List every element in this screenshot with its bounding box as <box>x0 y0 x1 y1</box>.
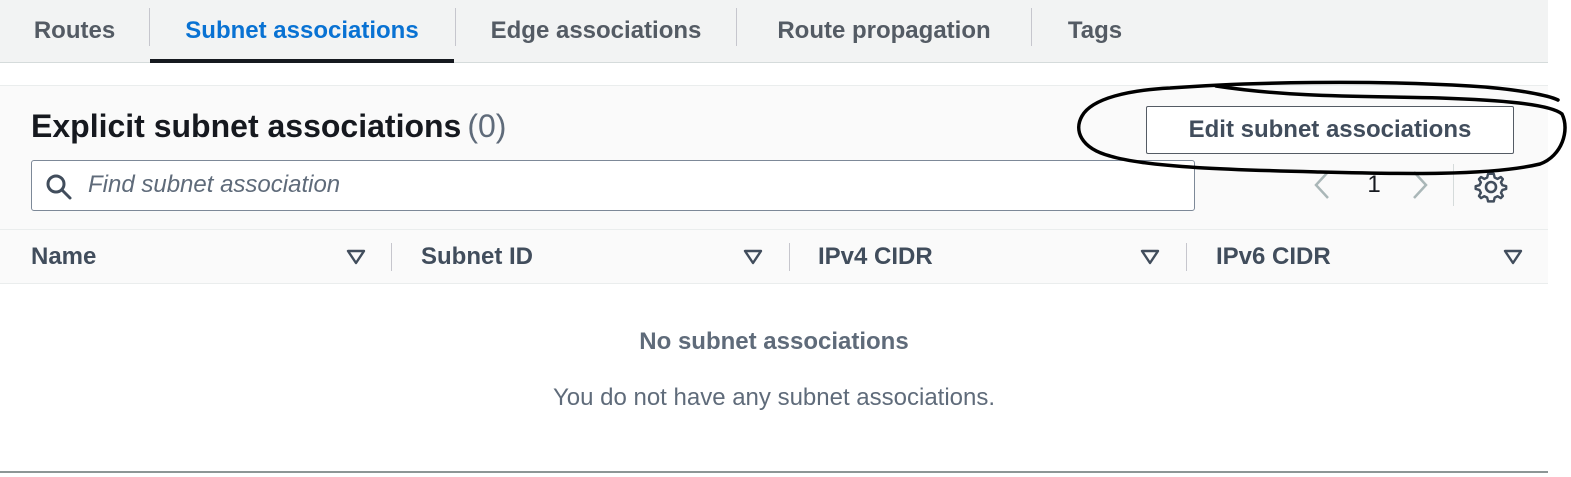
tab-subnet-associations[interactable]: Subnet associations <box>150 0 454 63</box>
gear-icon[interactable] <box>1474 170 1508 204</box>
table-header: Name Subnet ID IPv4 CIDR IPv6 CIDR <box>0 229 1548 284</box>
sort-icon[interactable] <box>1140 248 1160 266</box>
subnet-associations-panel: Explicit subnet associations (0) Edit sub… <box>0 85 1548 473</box>
column-label: IPv6 CIDR <box>1216 243 1331 270</box>
tab-bar: Routes Subnet associations Edge associat… <box>0 0 1548 63</box>
search-icon <box>46 174 72 200</box>
search-box <box>31 160 1195 211</box>
tab-routes[interactable]: Routes <box>0 0 149 62</box>
column-label: IPv4 CIDR <box>818 243 933 270</box>
panel-title: Explicit subnet associations (0) <box>31 108 506 145</box>
chevron-right-icon[interactable] <box>1408 168 1432 202</box>
association-count: (0) <box>467 108 507 144</box>
tab-tags[interactable]: Tags <box>1032 0 1158 62</box>
panel-header: Explicit subnet associations (0) Edit sub… <box>0 85 1548 229</box>
sort-icon[interactable] <box>743 248 763 266</box>
column-header-ipv4-cidr[interactable]: IPv4 CIDR <box>818 230 1158 284</box>
tab-route-propagation[interactable]: Route propagation <box>737 0 1031 62</box>
column-header-name[interactable]: Name <box>31 230 371 284</box>
column-resizer[interactable] <box>789 243 790 271</box>
pager-divider <box>1453 164 1454 206</box>
sort-icon[interactable] <box>346 248 366 266</box>
empty-state-description: You do not have any subnet associations. <box>552 384 996 411</box>
column-resizer[interactable] <box>1186 243 1187 271</box>
empty-state-title: No subnet associations <box>639 328 909 355</box>
panel-title-text: Explicit subnet associations <box>31 108 462 144</box>
page-number[interactable]: 1 <box>1366 168 1382 202</box>
search-input[interactable] <box>88 166 1178 204</box>
chevron-left-icon[interactable] <box>1310 168 1334 202</box>
tab-edge-associations[interactable]: Edge associations <box>456 0 736 62</box>
column-resizer[interactable] <box>391 243 392 271</box>
edit-subnet-associations-button[interactable]: Edit subnet associations <box>1146 106 1514 154</box>
column-header-ipv6-cidr[interactable]: IPv6 CIDR <box>1216 230 1516 284</box>
column-label: Subnet ID <box>421 243 533 270</box>
column-label: Name <box>31 243 97 270</box>
sort-icon[interactable] <box>1503 248 1523 266</box>
column-header-subnet-id[interactable]: Subnet ID <box>421 230 761 284</box>
